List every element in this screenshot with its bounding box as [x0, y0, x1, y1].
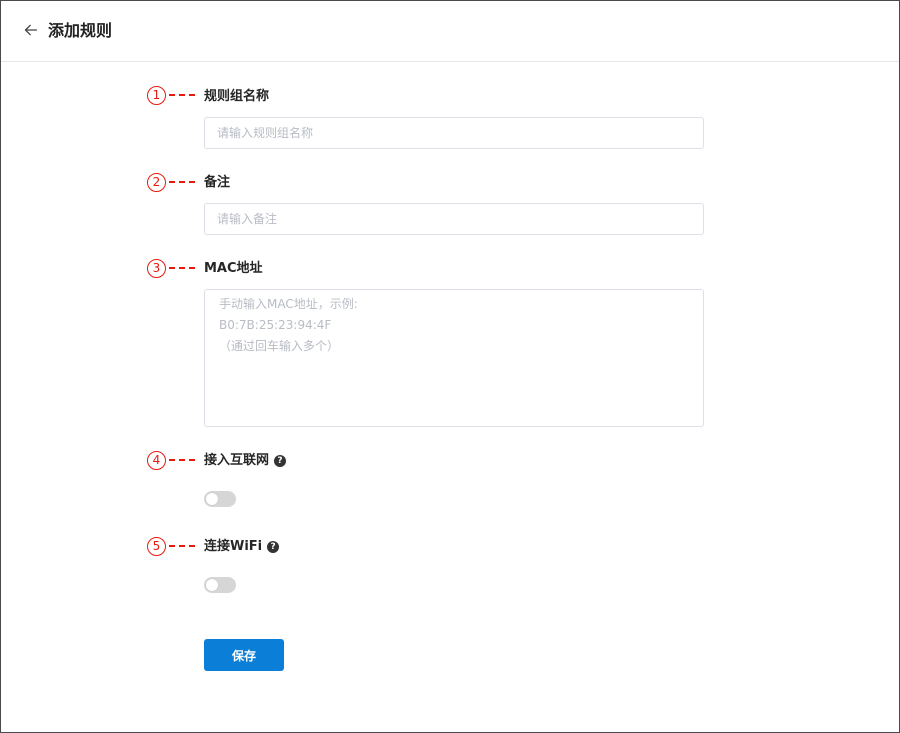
remark-label: 备注 [204, 173, 230, 193]
save-button[interactable]: 保存 [204, 639, 284, 671]
mac-label: MAC地址 [204, 259, 263, 279]
group-name-label-text: 规则组名称 [204, 89, 270, 104]
marker-dash [169, 181, 195, 183]
question-circle-icon[interactable]: ? [267, 541, 280, 553]
internet-label-text: 接入互联网 [204, 453, 270, 468]
marker-dash [169, 267, 195, 269]
group-name-label: 规则组名称 [204, 87, 269, 107]
toggle-knob [206, 579, 218, 591]
page-frame: 添加规则 1 规则组名称 2 备注 3 MAC地址 4 接入互联网 ? 5 [0, 0, 900, 733]
arrow-left-icon[interactable] [21, 20, 41, 40]
internet-label: 接入互联网 ? [204, 451, 287, 471]
marker-dash [169, 459, 195, 461]
remark-input[interactable] [204, 203, 704, 235]
marker-number: 5 [147, 536, 166, 556]
annotation-marker-3: 3 [147, 257, 195, 279]
page-header: 添加规则 [1, 1, 899, 62]
marker-dash [169, 94, 195, 96]
annotation-marker-1: 1 [147, 84, 195, 106]
annotation-marker-4: 4 [147, 449, 195, 471]
remark-label-text: 备注 [204, 175, 231, 190]
annotation-marker-5: 5 [147, 535, 195, 557]
internet-access-toggle[interactable] [204, 491, 236, 507]
wifi-label: 连接WiFi ? [204, 537, 280, 557]
marker-number: 2 [147, 172, 166, 192]
wifi-toggle[interactable] [204, 577, 236, 593]
marker-number: 4 [147, 450, 166, 470]
marker-number: 1 [147, 85, 166, 105]
mac-address-textarea[interactable] [204, 289, 704, 427]
marker-number: 3 [147, 258, 166, 278]
annotation-marker-2: 2 [147, 171, 195, 193]
toggle-knob [206, 493, 218, 505]
marker-dash [169, 545, 195, 547]
page-title: 添加规则 [48, 21, 113, 40]
question-circle-icon[interactable]: ? [274, 455, 287, 467]
wifi-label-text: 连接WiFi [204, 539, 263, 554]
group-name-input[interactable] [204, 117, 704, 149]
mac-label-text: MAC地址 [204, 261, 263, 276]
